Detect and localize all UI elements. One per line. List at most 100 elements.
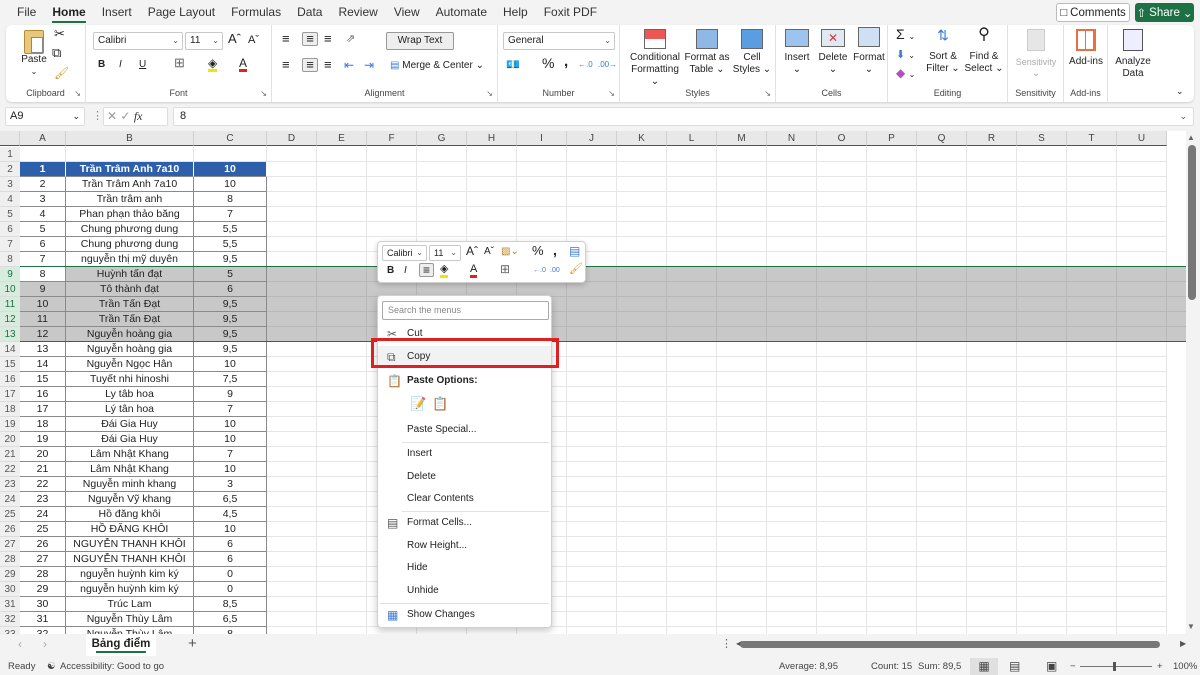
selected-empty-cell[interactable] <box>1067 267 1117 282</box>
font-color-icon[interactable]: A <box>239 57 248 72</box>
increase-font-icon[interactable]: Aˆ <box>466 245 478 257</box>
empty-cell[interactable] <box>867 222 917 237</box>
empty-cell[interactable] <box>667 222 717 237</box>
empty-cell[interactable] <box>717 357 767 372</box>
empty-cell[interactable] <box>1117 402 1167 417</box>
empty-cell[interactable] <box>617 252 667 267</box>
cell-A7[interactable]: 6 <box>20 237 66 252</box>
bottom-align-icon[interactable]: ≡ <box>324 32 332 45</box>
menu-item-show-changes[interactable]: ▦ Show Changes <box>378 604 551 626</box>
empty-cell[interactable] <box>867 627 917 634</box>
selected-empty-cell[interactable] <box>1017 297 1067 312</box>
empty-cell[interactable] <box>317 597 367 612</box>
cell-B10[interactable]: Tô thành đạt <box>66 282 194 297</box>
cell-B13[interactable]: Nguyễn hoàng gia <box>66 327 194 342</box>
cell-C3[interactable]: 10 <box>194 177 267 192</box>
empty-cell[interactable] <box>567 627 617 634</box>
empty-cell[interactable] <box>717 447 767 462</box>
cell-A29[interactable]: 28 <box>20 567 66 582</box>
cell-B14[interactable]: Nguyễn hoàng gia <box>66 342 194 357</box>
cell-B22[interactable]: Lâm Nhật Khang <box>66 462 194 477</box>
empty-cell[interactable] <box>867 372 917 387</box>
empty-cell[interactable] <box>1017 417 1067 432</box>
empty-cell[interactable] <box>1067 372 1117 387</box>
autosum-icon[interactable]: Σ ⌄ <box>896 27 915 43</box>
menu-tab-page-layout[interactable]: Page Layout <box>140 0 223 24</box>
empty-cell[interactable] <box>567 582 617 597</box>
cell-C7[interactable]: 5,5 <box>194 237 267 252</box>
next-sheet-icon[interactable]: › <box>43 637 47 651</box>
empty-cell[interactable] <box>1117 207 1167 222</box>
empty-cell[interactable] <box>767 477 817 492</box>
empty-cell[interactable] <box>267 357 317 372</box>
empty-cell[interactable] <box>767 522 817 537</box>
empty-cell[interactable] <box>1067 432 1117 447</box>
empty-cell[interactable] <box>517 177 567 192</box>
empty-cell[interactable] <box>767 462 817 477</box>
empty-cell[interactable] <box>667 432 717 447</box>
empty-cell[interactable] <box>667 462 717 477</box>
empty-cell[interactable] <box>1117 552 1167 567</box>
cell-A9[interactable]: 8 <box>20 267 66 282</box>
paste-formatting-icon[interactable]: 📝 <box>410 396 426 412</box>
tab-split-handle[interactable]: ⋮ <box>721 637 732 650</box>
cell-A24[interactable]: 23 <box>20 492 66 507</box>
empty-cell[interactable] <box>867 432 917 447</box>
column-header-T[interactable]: T <box>1067 131 1117 146</box>
empty-cell[interactable] <box>317 417 367 432</box>
empty-cell[interactable] <box>1067 417 1117 432</box>
menu-tab-home[interactable]: Home <box>44 0 93 24</box>
cell-A22[interactable]: 21 <box>20 462 66 477</box>
cell-C26[interactable]: 10 <box>194 522 267 537</box>
empty-cell[interactable] <box>617 462 667 477</box>
selected-empty-cell[interactable] <box>967 282 1017 297</box>
cell-C21[interactable]: 7 <box>194 447 267 462</box>
column-header-D[interactable]: D <box>267 131 317 146</box>
zoom-out-button[interactable]: − <box>1070 658 1076 675</box>
accounting-format-icon[interactable]: 💶 <box>506 59 520 71</box>
empty-cell[interactable] <box>1017 507 1067 522</box>
zoom-in-button[interactable]: + <box>1157 658 1163 675</box>
empty-cell[interactable] <box>1017 222 1067 237</box>
empty-cell[interactable] <box>617 612 667 627</box>
empty-cell[interactable] <box>1117 222 1167 237</box>
row-header[interactable]: 19 <box>0 417 20 432</box>
cell-B29[interactable]: nguyễn huỳnh kim ký <box>66 567 194 582</box>
empty-cell[interactable] <box>1117 612 1167 627</box>
row-header[interactable]: 28 <box>0 552 20 567</box>
cell-A3[interactable]: 2 <box>20 177 66 192</box>
selected-empty-cell[interactable] <box>967 312 1017 327</box>
cell-A21[interactable]: 20 <box>20 447 66 462</box>
cell-B6[interactable]: Chung phương dung <box>66 222 194 237</box>
empty-cell[interactable] <box>617 447 667 462</box>
empty-cell[interactable] <box>867 162 917 177</box>
empty-cell[interactable] <box>667 147 717 162</box>
empty-cell[interactable] <box>817 462 867 477</box>
cell-A12[interactable]: 11 <box>20 312 66 327</box>
selected-empty-cell[interactable] <box>667 282 717 297</box>
cell-A33[interactable]: 32 <box>20 627 66 634</box>
empty-cell[interactable] <box>417 207 467 222</box>
cell-A26[interactable]: 25 <box>20 522 66 537</box>
empty-cell[interactable] <box>1117 432 1167 447</box>
empty-cell[interactable] <box>467 207 517 222</box>
zoom-slider-thumb[interactable] <box>1113 662 1116 671</box>
menu-tab-formulas[interactable]: Formulas <box>223 0 289 24</box>
empty-cell[interactable] <box>1017 147 1067 162</box>
empty-cell[interactable] <box>817 177 867 192</box>
borders-icon[interactable]: ⊞ <box>500 263 510 275</box>
empty-cell[interactable] <box>567 567 617 582</box>
empty-cell[interactable] <box>1117 417 1167 432</box>
empty-cell[interactable] <box>1017 372 1067 387</box>
empty-cell[interactable] <box>267 432 317 447</box>
empty-cell[interactable] <box>1067 537 1117 552</box>
cell-A32[interactable]: 31 <box>20 612 66 627</box>
row-header[interactable]: 17 <box>0 387 20 402</box>
fill-color-icon[interactable]: ◈ <box>440 263 449 278</box>
empty-cell[interactable] <box>367 162 417 177</box>
empty-cell[interactable] <box>717 537 767 552</box>
empty-cell[interactable] <box>767 372 817 387</box>
cell-C14[interactable]: 9,5 <box>194 342 267 357</box>
empty-cell[interactable] <box>967 597 1017 612</box>
empty-cell[interactable] <box>1067 597 1117 612</box>
